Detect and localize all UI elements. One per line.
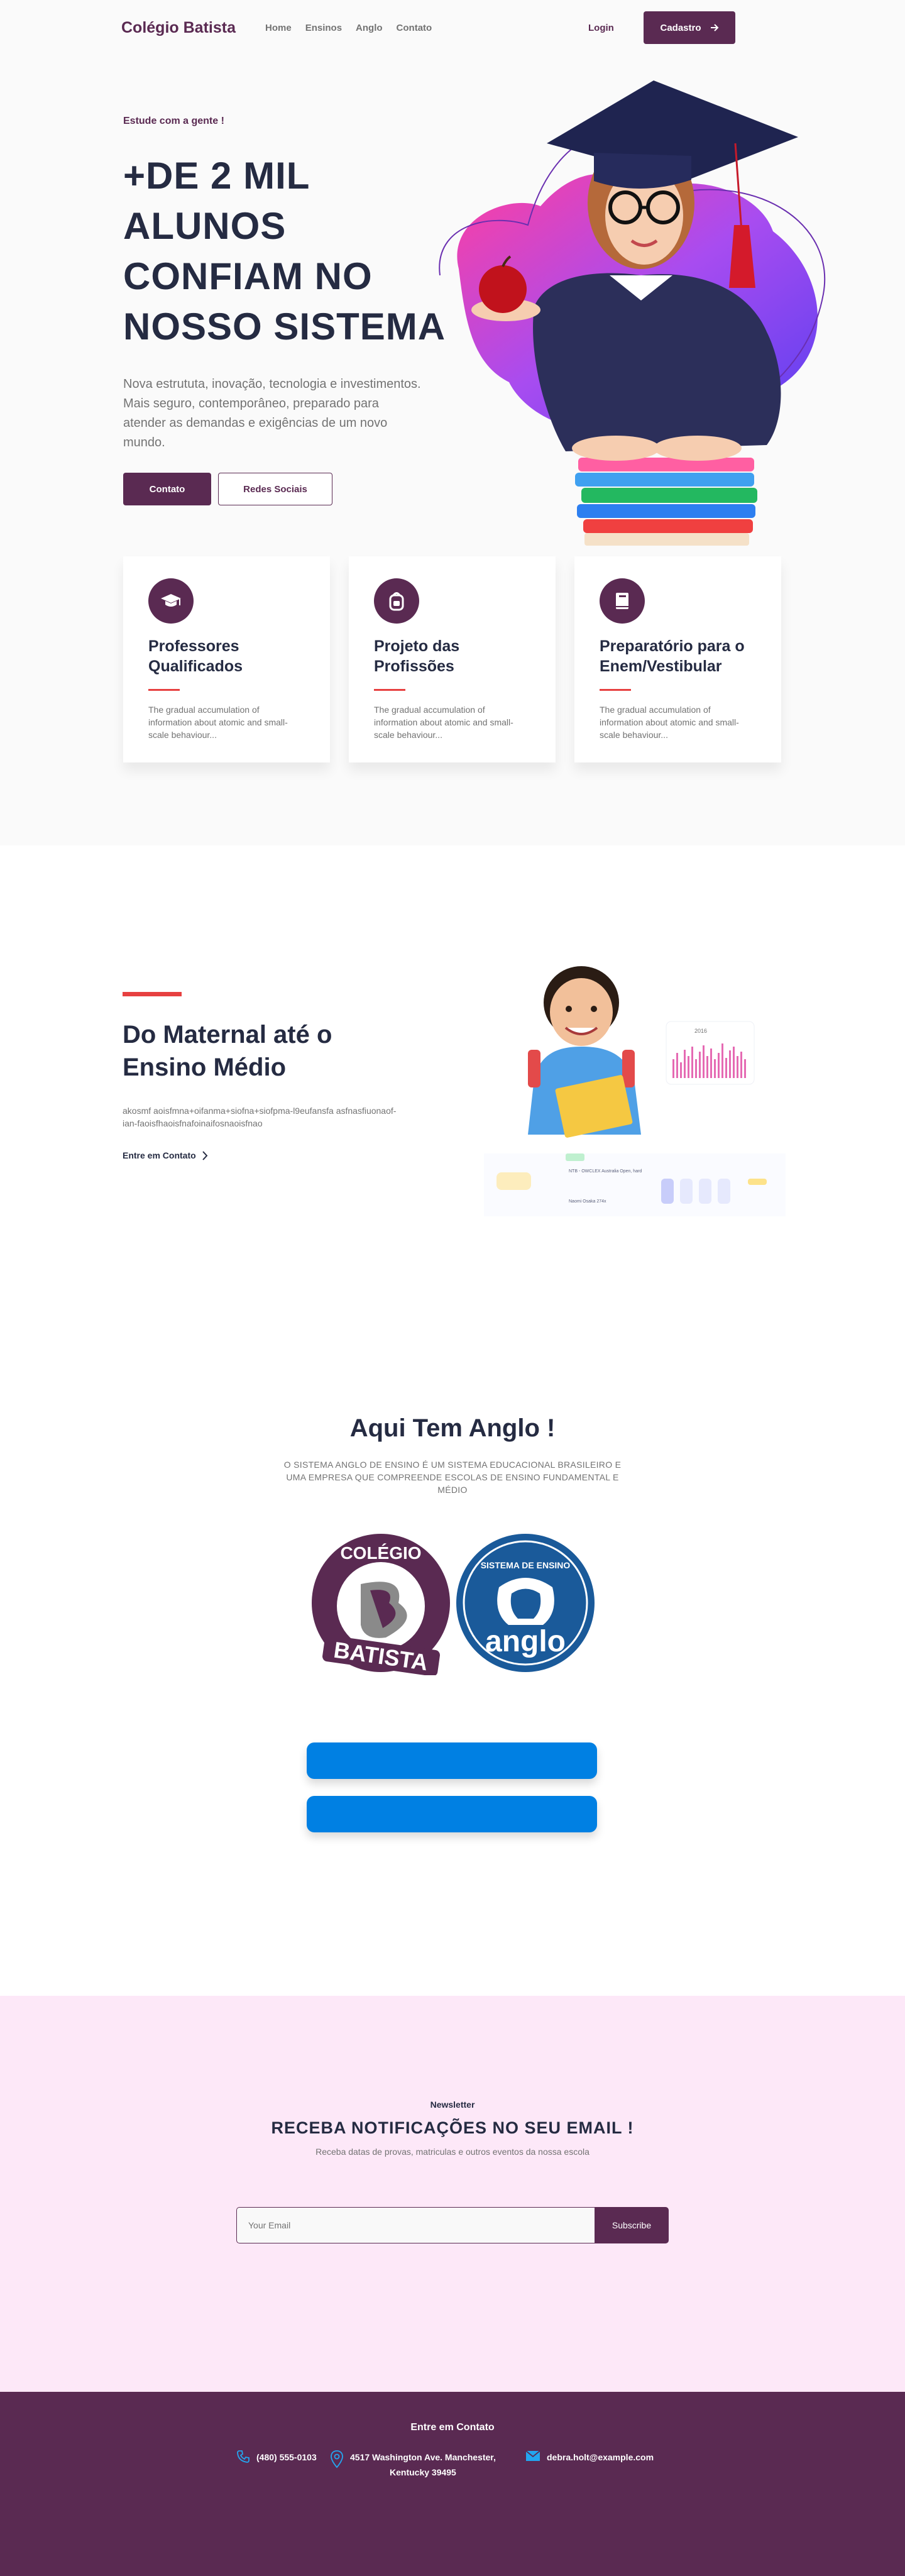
blue-action-button-1[interactable] [307,1742,597,1779]
newsletter-description: Receba datas de provas, matriculas e out… [315,2147,590,2157]
section-accent-bar [123,992,182,996]
cadastro-label: Cadastro [660,22,701,33]
email-text: debra.holt@example.com [547,2452,654,2462]
top-navbar: Colégio Batista Home Ensinos Anglo Conta… [0,0,905,57]
feature-title: Preparatório para o Enem/Vestibular [600,637,745,675]
feature-card: Preparatório para o Enem/Vestibular The … [574,556,781,762]
menu-item-home[interactable]: Home [265,23,292,33]
logo2-top-text: SISTEMA DE ENSINO [481,1560,571,1570]
footer-email[interactable]: debra.holt@example.com [525,2450,654,2465]
feature-divider [600,689,631,691]
subscribe-button[interactable]: Subscribe [595,2207,669,2243]
footer-phone[interactable]: (480) 555-0103 [236,2450,317,2465]
student-dashboard-illustration: 2016 NTB - OWCLEX Australia Open, hard N… [484,966,786,1216]
chevron-right-icon [202,1150,208,1160]
footer: Entre em Contato (480) 555-0103 4517 Was… [0,2392,905,2576]
main-menu: Home Ensinos Anglo Contato [265,23,432,33]
anglo-logo: SISTEMA DE ENSINO anglo [456,1534,595,1672]
footer-title: Entre em Contato [410,2422,495,2433]
colegio-batista-logo: COLÉGIO BATISTA [312,1534,450,1675]
feature-divider [148,689,180,691]
email-icon [525,2450,540,2461]
anglo-section: Aqui Tem Anglo ! O SISTEMA ANGLO DE ENSI… [0,1336,905,1996]
footer-address: 4517 Washington Ave. Manchester, Kentuck… [330,2450,496,2480]
feature-divider [374,689,405,691]
address-line-2: Kentucky 39495 [390,2467,456,2477]
redes-sociais-button[interactable]: Redes Sociais [218,473,332,505]
dashboard-year: 2016 [694,1028,707,1034]
levels-description: akosmf aoisfmna+oifanma+siofna+siofpma-l… [123,1106,397,1128]
book-icon [600,578,645,624]
location-pin-icon [331,2450,343,2469]
hero-section: Colégio Batista Home Ensinos Anglo Conta… [0,0,905,845]
menu-item-contato[interactable]: Contato [397,23,432,33]
login-link[interactable]: Login [588,23,614,33]
contato-button[interactable]: Contato [123,473,211,505]
anglo-description: O SISTEMA ANGLO DE ENSINO É UM SISTEMA E… [283,1460,622,1495]
feature-card: Projeto das Profissões The gradual accum… [349,556,556,762]
feature-text: The gradual accumulation of information … [148,705,288,740]
feature-text: The gradual accumulation of information … [374,705,513,740]
hero-student-illustration [439,80,825,546]
brand-logo[interactable]: Colégio Batista [121,19,236,37]
hero-eyebrow: Estude com a gente ! [123,116,224,126]
graduation-cap-icon [148,578,194,624]
hero-description: Nova estrututa, inovação, tecnologia e i… [123,377,421,449]
phone-text: (480) 555-0103 [256,2452,317,2462]
newsletter-title: RECEBA NOTIFICAÇÕES NO SEU EMAIL ! [271,2118,634,2137]
entre-em-contato-link[interactable]: Entre em Contato [123,1150,208,1160]
feature-text: The gradual accumulation of information … [600,705,739,740]
feature-card: Professores Qualificados The gradual acc… [123,556,330,762]
logo2-bottom-text: anglo [485,1625,566,1658]
link-label: Entre em Contato [123,1150,196,1160]
dashboard-row-1: NTB - OWCLEX Australia Open, hard [569,1169,642,1174]
address-line-1: 4517 Washington Ave. Manchester, [350,2452,496,2462]
feature-title: Projeto das Profissões [374,637,460,675]
anglo-title: Aqui Tem Anglo ! [349,1414,556,1442]
newsletter-section: Newsletter RECEBA NOTIFICAÇÕES NO SEU EM… [0,1996,905,2392]
hero-title: +DE 2 MIL ALUNOS CONFIAM NO NOSSO SISTEM… [123,155,446,348]
levels-title: Do Maternal até o Ensino Médio [123,1021,332,1081]
email-input[interactable]: Your Email [236,2207,595,2243]
menu-item-ensinos[interactable]: Ensinos [305,23,342,33]
blue-action-button-2[interactable] [307,1796,597,1832]
logo1-top-text: COLÉGIO [340,1543,421,1563]
dashboard-row-2: Naomi Osaka 274x [569,1199,606,1204]
features-list: Professores Qualificados The gradual acc… [123,556,781,762]
arrow-right-icon [710,24,718,31]
newsletter-eyebrow: Newsletter [430,2100,475,2110]
phone-icon [237,2450,250,2463]
cadastro-button[interactable]: Cadastro [644,11,735,44]
levels-section: Do Maternal até o Ensino Médio akosmf ao… [0,845,905,1336]
backpack-icon [374,578,419,624]
menu-item-anglo[interactable]: Anglo [356,23,383,33]
school-logos: COLÉGIO BATISTA SISTEMA DE ENSINO anglo [312,1534,595,1675]
feature-title: Professores Qualificados [148,637,243,675]
